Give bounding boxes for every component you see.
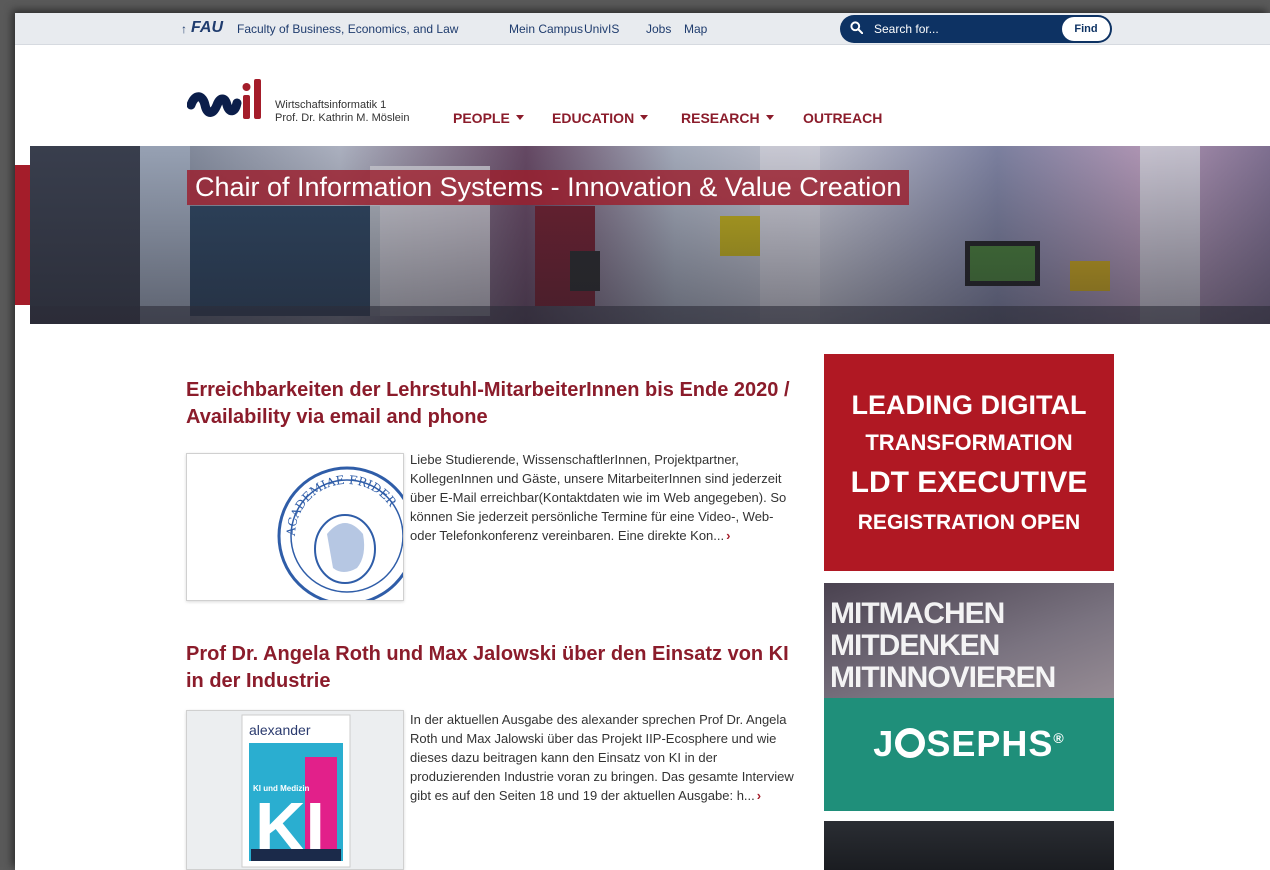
josephs-line-1: MITMACHEN <box>830 597 1005 630</box>
search-input[interactable]: Search for... <box>874 22 939 36</box>
ldt-line-4: REGISTRATION OPEN <box>857 511 1081 534</box>
josephs-o-icon <box>895 728 926 758</box>
magazine-subtitle: KI und Medizin <box>253 784 310 793</box>
josephs-line-3: MITINNOVIEREN <box>830 661 1056 694</box>
page: ↑ FAU Faculty of Business, Economics, an… <box>15 13 1270 870</box>
meta-link-map[interactable]: Map <box>684 22 707 36</box>
up-arrow-icon[interactable]: ↑ <box>181 22 187 36</box>
nav-education-label: EDUCATION <box>552 110 635 126</box>
event-banner[interactable] <box>824 821 1114 870</box>
hero-banner: Chair of Information Systems - Innovatio… <box>30 146 1270 324</box>
ldt-line-3: LDT EXECUTIVE <box>850 466 1088 499</box>
registered-mark: ® <box>1053 730 1065 746</box>
post-excerpt-text: In der aktuellen Ausgabe des alexander s… <box>410 712 794 803</box>
josephs-brand-band: J SEPHS® <box>824 698 1114 811</box>
caret-down-icon <box>640 115 649 120</box>
read-more-link[interactable]: › <box>757 788 761 803</box>
top-bar: ↑ FAU Faculty of Business, Economics, an… <box>15 13 1270 45</box>
nav-research[interactable]: RESEARCH <box>681 110 774 126</box>
search-bar: Search for... Find <box>840 15 1112 43</box>
meta-link-univis[interactable]: UnivIS <box>584 22 619 36</box>
ldt-line-1: LEADING DIGITAL <box>851 390 1087 420</box>
university-seal-image: ACADEMIAE FRIDER <box>277 466 403 600</box>
hero-title: Chair of Information Systems - Innovatio… <box>187 170 910 205</box>
side-accent-band <box>15 165 30 305</box>
read-more-link[interactable]: › <box>726 528 730 543</box>
logo-line-1: Wirtschaftsinformatik 1 <box>275 99 387 111</box>
post-thumbnail[interactable]: alexander KI KI und Medizin <box>186 710 404 870</box>
magazine-cover-image: alexander KI KI und Medizin <box>241 714 351 868</box>
post-excerpt: In der aktuellen Ausgabe des alexander s… <box>410 710 795 805</box>
ldt-line-2: TRANSFORMATION <box>865 430 1073 455</box>
nav-education[interactable]: EDUCATION <box>552 110 649 126</box>
post-thumbnail[interactable]: ACADEMIAE FRIDER <box>186 453 404 601</box>
nav-outreach-label: OUTREACH <box>803 110 883 126</box>
meta-link-jobs[interactable]: Jobs <box>646 22 671 36</box>
wi-logo[interactable] <box>187 75 269 127</box>
nav-people-label: PEOPLE <box>453 110 510 126</box>
search-icon <box>850 21 863 34</box>
josephs-logo: J SEPHS® <box>824 723 1114 765</box>
meta-link-mein-campus[interactable]: Mein Campus <box>509 22 583 36</box>
find-button[interactable]: Find <box>1062 17 1110 41</box>
josephs-banner[interactable]: MITMACHEN MITDENKEN MITINNOVIEREN J SEPHS… <box>824 583 1114 811</box>
post-title[interactable]: Erreichbarkeiten der Lehrstuhl-Mitarbeit… <box>186 377 806 431</box>
caret-down-icon <box>515 115 524 120</box>
nav-research-label: RESEARCH <box>681 110 760 126</box>
magazine-title: alexander <box>249 722 311 738</box>
post-title[interactable]: Prof Dr. Angela Roth und Max Jalowski üb… <box>186 641 806 695</box>
josephs-logo-j: J <box>873 723 895 764</box>
josephs-line-2: MITDENKEN <box>830 629 1000 662</box>
caret-down-icon <box>765 115 774 120</box>
post-excerpt: Liebe Studierende, WissenschaftlerInnen,… <box>410 450 795 545</box>
nav-outreach[interactable]: OUTREACH <box>803 110 882 126</box>
josephs-logo-rest: SEPHS <box>926 723 1054 764</box>
ldt-banner[interactable]: LEADING DIGITAL TRANSFORMATION LDT EXECU… <box>824 354 1114 571</box>
faculty-link[interactable]: Faculty of Business, Economics, and Law <box>237 22 458 36</box>
nav-people[interactable]: PEOPLE <box>453 110 524 126</box>
logo-line-2: Prof. Dr. Kathrin M. Möslein <box>275 112 410 124</box>
fau-logo-link[interactable]: FAU <box>191 19 223 37</box>
